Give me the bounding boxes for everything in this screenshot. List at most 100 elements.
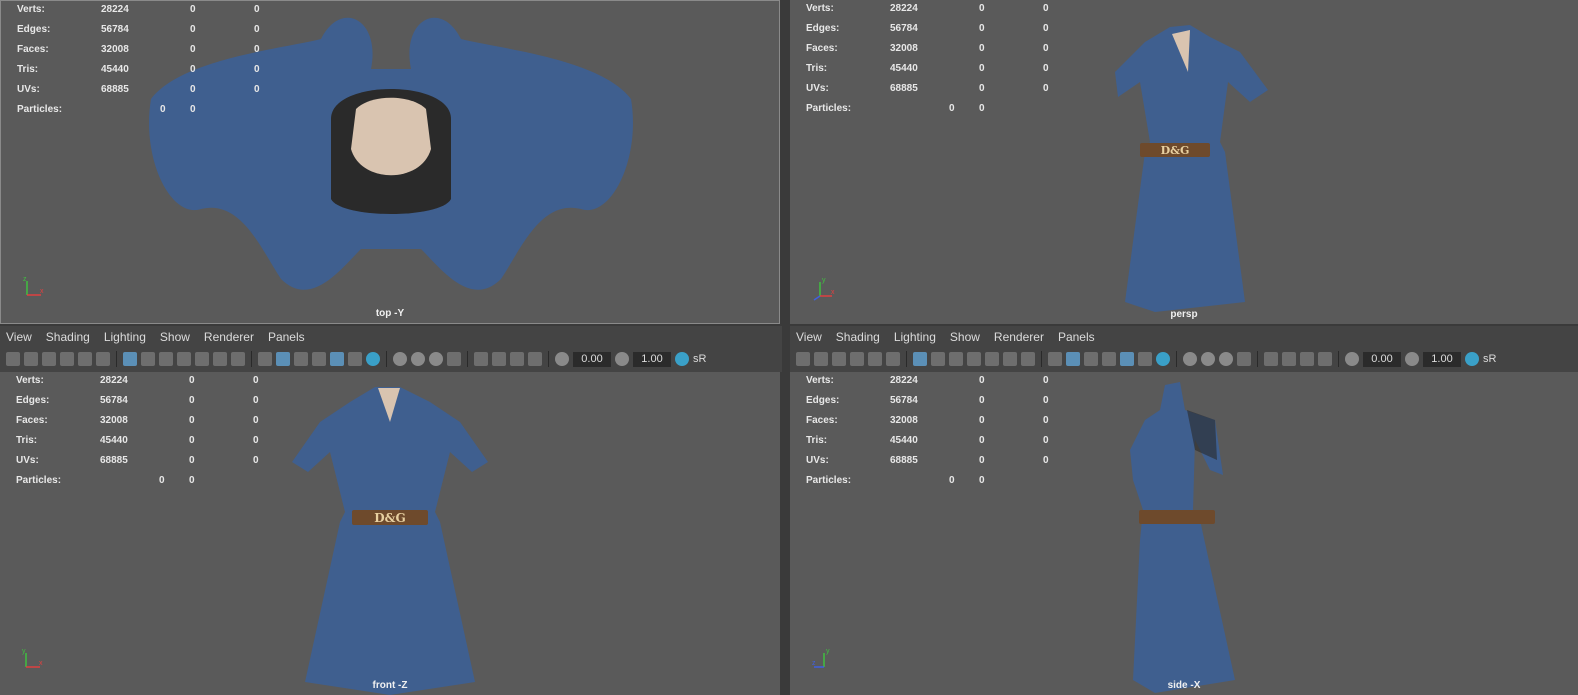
- menu-view[interactable]: View: [796, 330, 822, 344]
- image-plane-icon[interactable]: [850, 352, 864, 366]
- lights-icon[interactable]: [1138, 352, 1152, 366]
- 2d-pan-zoom-icon[interactable]: [886, 352, 900, 366]
- exposure-icon[interactable]: [555, 352, 569, 366]
- isolate-select-icon[interactable]: [474, 352, 488, 366]
- stat-label: Particles:: [806, 103, 852, 114]
- smooth-shade-icon[interactable]: [276, 352, 290, 366]
- exposure-field[interactable]: 0.00: [1363, 351, 1401, 367]
- stat-label: Particles:: [16, 475, 62, 486]
- stat-label: Particles:: [17, 104, 63, 115]
- xray-icon[interactable]: [1183, 352, 1197, 366]
- grease-pencil-icon[interactable]: [868, 352, 882, 366]
- stat-label: UVs:: [806, 83, 829, 94]
- safe-action-icon[interactable]: [1003, 352, 1017, 366]
- axis-label: z: [23, 276, 27, 283]
- smooth-shade-icon[interactable]: [1066, 352, 1080, 366]
- xray-active-icon[interactable]: [492, 352, 506, 366]
- camera-name: front -Z: [372, 680, 408, 691]
- color-management-icon[interactable]: [1465, 352, 1479, 366]
- stat-value: 0: [1043, 23, 1049, 34]
- multisample-icon[interactable]: [510, 352, 524, 366]
- gamma-icon[interactable]: [615, 352, 629, 366]
- menu-shading[interactable]: Shading: [46, 330, 90, 344]
- 2d-pan-zoom-icon[interactable]: [96, 352, 110, 366]
- default-material-icon[interactable]: [312, 352, 326, 366]
- camera-name: top -Y: [375, 308, 405, 319]
- grease-pencil-icon[interactable]: [78, 352, 92, 366]
- xray-joints-icon[interactable]: [1201, 352, 1215, 366]
- color-space-label[interactable]: sR: [1483, 353, 1496, 365]
- gamma-field[interactable]: 1.00: [633, 351, 671, 367]
- stat-value: 0: [189, 395, 195, 406]
- wireframe-on-shaded-icon[interactable]: [294, 352, 308, 366]
- viewport-side[interactable]: Verts: 28224 0 0 Edges: 56784 0 0 Faces: 32008 0…: [790, 372, 1578, 695]
- color-space-label[interactable]: sR: [693, 353, 706, 365]
- gate-mask-icon[interactable]: [177, 352, 191, 366]
- motion-blur-icon[interactable]: [447, 352, 461, 366]
- menu-lighting[interactable]: Lighting: [894, 330, 936, 344]
- xray-active-icon[interactable]: [1282, 352, 1296, 366]
- image-plane-icon[interactable]: [60, 352, 74, 366]
- wireframe-icon[interactable]: [1048, 352, 1062, 366]
- depth-of-field-icon[interactable]: [1318, 352, 1332, 366]
- stat-value: 0: [190, 104, 196, 115]
- stat-value: 0: [254, 24, 260, 35]
- bookmark-icon[interactable]: [42, 352, 56, 366]
- menu-show[interactable]: Show: [160, 330, 190, 344]
- menu-view[interactable]: View: [6, 330, 32, 344]
- field-chart-icon[interactable]: [985, 352, 999, 366]
- menu-shading[interactable]: Shading: [836, 330, 880, 344]
- menu-show[interactable]: Show: [950, 330, 980, 344]
- lights-icon[interactable]: [348, 352, 362, 366]
- gate-mask-icon[interactable]: [967, 352, 981, 366]
- depth-of-field-icon[interactable]: [528, 352, 542, 366]
- camera-attributes-icon[interactable]: [24, 352, 38, 366]
- dress-top-view: [149, 17, 633, 290]
- camera-icon[interactable]: [6, 352, 20, 366]
- default-material-icon[interactable]: [1102, 352, 1116, 366]
- film-gate-icon[interactable]: [931, 352, 945, 366]
- xray-icon[interactable]: [393, 352, 407, 366]
- stat-value: 0: [979, 23, 985, 34]
- viewport-top[interactable]: Verts: 28224 0 0 Edges: 56784 0 0 Faces: 32008 0…: [0, 0, 780, 324]
- multisample-icon[interactable]: [1300, 352, 1314, 366]
- wireframe-icon[interactable]: [258, 352, 272, 366]
- menu-panels[interactable]: Panels: [1058, 330, 1095, 344]
- color-management-icon[interactable]: [675, 352, 689, 366]
- grid-icon[interactable]: [913, 352, 927, 366]
- safe-title-icon[interactable]: [1021, 352, 1035, 366]
- safe-title-icon[interactable]: [231, 352, 245, 366]
- gamma-field[interactable]: 1.00: [1423, 351, 1461, 367]
- gamma-icon[interactable]: [1405, 352, 1419, 366]
- separator: [1041, 351, 1042, 367]
- camera-icon[interactable]: [796, 352, 810, 366]
- shadows-icon[interactable]: [366, 352, 380, 366]
- grid-icon[interactable]: [123, 352, 137, 366]
- textured-icon[interactable]: [330, 352, 344, 366]
- safe-action-icon[interactable]: [213, 352, 227, 366]
- field-chart-icon[interactable]: [195, 352, 209, 366]
- viewport-front[interactable]: D&G Verts: 28224 0 0 Edges: 56784 0 0 Faces: 32…: [0, 372, 780, 695]
- menu-lighting[interactable]: Lighting: [104, 330, 146, 344]
- viewport-persp[interactable]: D&G Verts: 28224 0 0 Edges: 56784 0 0 Faces: 32…: [790, 0, 1578, 324]
- camera-attributes-icon[interactable]: [814, 352, 828, 366]
- motion-blur-icon[interactable]: [1237, 352, 1251, 366]
- resolution-gate-icon[interactable]: [949, 352, 963, 366]
- film-gate-icon[interactable]: [141, 352, 155, 366]
- screen-space-ao-icon[interactable]: [1219, 352, 1233, 366]
- menu-panels[interactable]: Panels: [268, 330, 305, 344]
- exposure-icon[interactable]: [1345, 352, 1359, 366]
- xray-joints-icon[interactable]: [411, 352, 425, 366]
- shadows-icon[interactable]: [1156, 352, 1170, 366]
- axis-label: y: [826, 648, 830, 655]
- screen-space-ao-icon[interactable]: [429, 352, 443, 366]
- menu-renderer[interactable]: Renderer: [204, 330, 254, 344]
- resolution-gate-icon[interactable]: [159, 352, 173, 366]
- isolate-select-icon[interactable]: [1264, 352, 1278, 366]
- exposure-field[interactable]: 0.00: [573, 351, 611, 367]
- stat-value: 0: [253, 435, 259, 446]
- menu-renderer[interactable]: Renderer: [994, 330, 1044, 344]
- textured-icon[interactable]: [1120, 352, 1134, 366]
- bookmark-icon[interactable]: [832, 352, 846, 366]
- wireframe-on-shaded-icon[interactable]: [1084, 352, 1098, 366]
